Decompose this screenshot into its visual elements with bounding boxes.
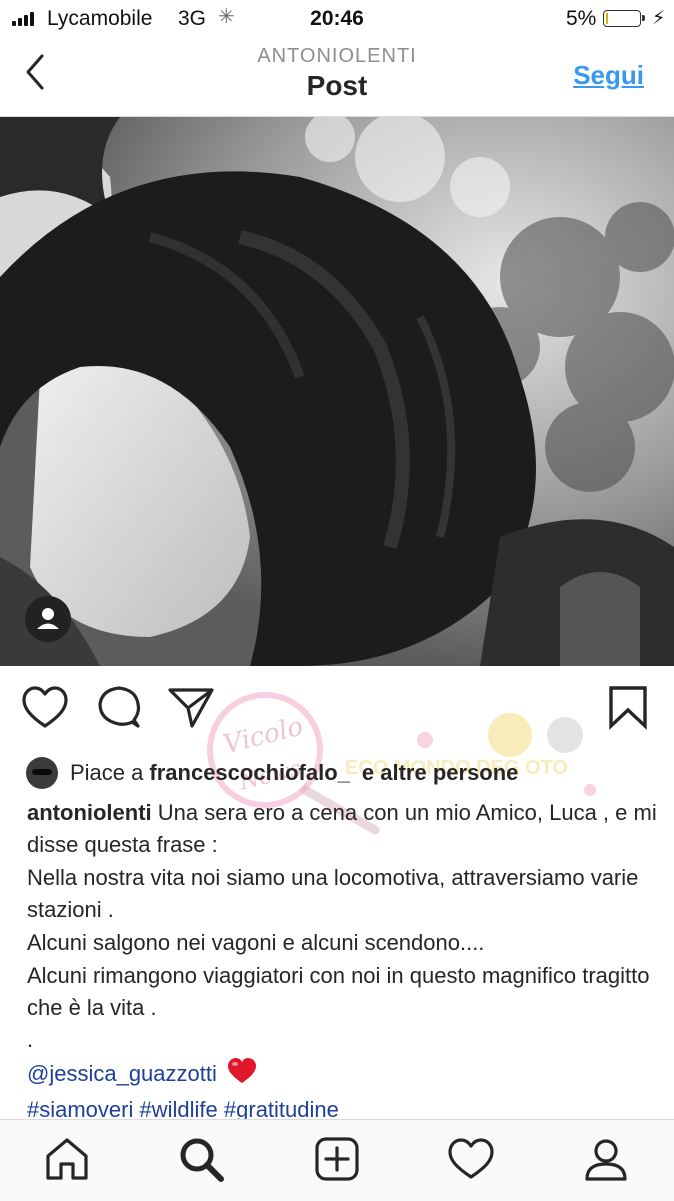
search-icon — [180, 1138, 224, 1182]
activity-icon — [448, 1138, 494, 1179]
battery-icon — [603, 10, 645, 27]
tab-search[interactable] — [176, 1134, 226, 1184]
mention-link[interactable]: @jessica_guazzotti — [27, 1061, 217, 1086]
liker-avatar[interactable] — [26, 757, 58, 789]
signal-strength-icon — [12, 12, 34, 26]
caption-line: . — [27, 1027, 34, 1052]
post-caption: antoniolenti Una sera ero a cena con un … — [27, 797, 657, 1126]
tab-new-post[interactable] — [312, 1134, 362, 1184]
comment-icon — [98, 686, 141, 728]
home-icon — [46, 1138, 88, 1180]
likes-suffix[interactable]: e altre persone — [362, 760, 519, 786]
caption-username[interactable]: antoniolenti — [27, 800, 152, 825]
bookmark-icon — [609, 686, 647, 730]
share-icon — [168, 688, 214, 728]
bottom-tab-bar — [0, 1119, 674, 1201]
caption-line: Nella nostra vita noi siamo una locomoti… — [27, 865, 639, 922]
tab-home[interactable] — [42, 1134, 92, 1184]
comment-button[interactable] — [94, 682, 144, 734]
share-button[interactable] — [166, 682, 216, 734]
like-button[interactable] — [20, 682, 70, 734]
tab-profile[interactable] — [581, 1134, 631, 1184]
photo-image — [0, 117, 674, 666]
heart-icon — [22, 686, 68, 728]
person-tag-icon — [37, 608, 59, 629]
carrier-name: Lycamobile — [47, 7, 153, 30]
post-actions — [0, 682, 674, 738]
save-button[interactable] — [603, 682, 653, 734]
add-icon — [315, 1137, 359, 1181]
battery-percent: 5% — [566, 7, 597, 30]
likes-prefix: Piace a — [70, 760, 144, 785]
likes-line: Piace a francescochiofalo_ e altre perso… — [26, 755, 524, 791]
charging-icon: ⚡ — [652, 8, 666, 29]
post-photo[interactable] — [0, 117, 674, 666]
follow-button[interactable]: Segui — [573, 60, 644, 91]
tagged-people-button[interactable] — [25, 596, 71, 642]
post-header: ANTONIOLENTI Post Segui — [0, 38, 674, 117]
caption-line: Alcuni salgono nei vagoni e alcuni scend… — [27, 930, 485, 955]
red-heart-emoji — [227, 1057, 257, 1094]
profile-icon — [585, 1139, 627, 1181]
network-activity-icon: ✳ — [218, 6, 235, 28]
liker-username[interactable]: francescochiofalo_ — [149, 760, 350, 786]
status-bar: Lycamobile 3G ✳ 20:46 5% ⚡ — [0, 0, 674, 38]
network-type: 3G — [178, 7, 207, 30]
tab-activity[interactable] — [446, 1134, 496, 1184]
caption-line: Alcuni rimangono viaggiatori con noi in … — [27, 963, 650, 1020]
